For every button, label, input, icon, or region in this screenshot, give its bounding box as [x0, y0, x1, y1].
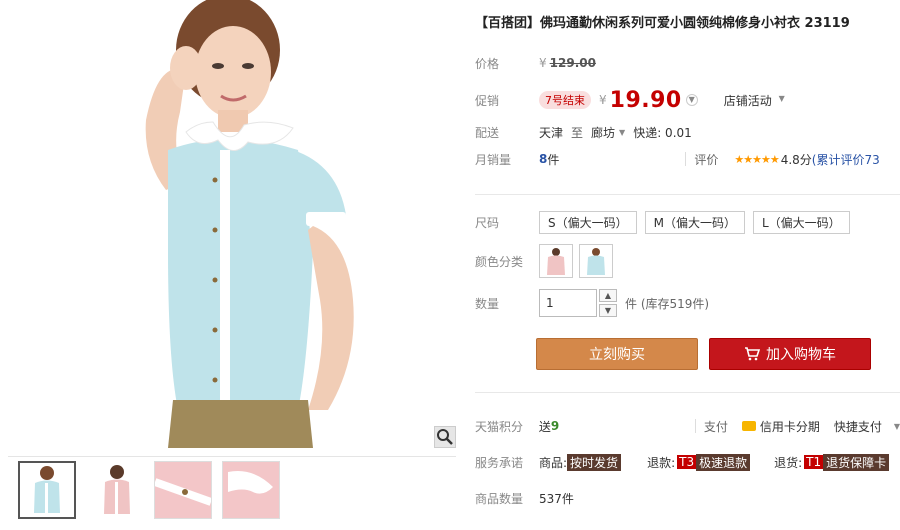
goods-label: 商品:	[539, 455, 568, 470]
shipping-fee: 快递: 0.01	[633, 125, 692, 140]
quick-pay-link[interactable]: 快捷支付	[834, 418, 882, 435]
review-count-link[interactable]: (累计评价73	[812, 151, 880, 168]
add-to-cart-label: 加入购物车	[766, 347, 836, 363]
original-price: 129.00	[549, 56, 596, 70]
rating-label: 评价	[694, 152, 719, 167]
monthly-sales-unit: 件	[547, 152, 560, 167]
refund-label: 退款:	[647, 455, 676, 470]
section-divider	[475, 194, 900, 195]
magnifier-icon	[437, 429, 453, 445]
product-title: 【百搭团】佛玛通勤休闲系列可爱小圆领纯棉修身小衬衣 23119	[475, 16, 850, 31]
currency-symbol: ¥	[599, 93, 607, 107]
delivery-destination-select[interactable]: 廊坊	[591, 124, 615, 141]
points-give: 送	[538, 419, 551, 434]
size-label: 尺码	[475, 215, 500, 230]
delivery-row: 配送 天津 至 廊坊 ▼ 快递: 0.01	[475, 121, 900, 143]
chevron-up-icon[interactable]: ▲	[599, 289, 617, 302]
color-swatch-blue[interactable]	[579, 244, 613, 278]
size-option-s[interactable]: S（偏大一码）	[539, 210, 637, 234]
thumbnail-image	[20, 463, 74, 517]
chevron-down-icon[interactable]: ▼	[776, 94, 788, 106]
quantity-input[interactable]: 1	[539, 289, 597, 317]
thumbnail-image	[155, 462, 211, 518]
monthly-sales-count: 8	[539, 152, 548, 166]
caret-down-icon[interactable]: ▼	[619, 128, 625, 137]
points-label: 天猫积分	[475, 419, 524, 434]
promo-price-row: 促销 7号结束 ¥ 19.90 ▼ 店铺活动 ▼	[475, 86, 900, 114]
points-row: 天猫积分 送 9 支付 信用卡分期 快捷支付 ▼	[475, 415, 900, 437]
price-label: 价格	[475, 56, 500, 71]
original-price-row: 价格 ¥ 129.00	[475, 52, 900, 74]
promo-end-badge: 7号结束	[539, 91, 591, 109]
chevron-down-icon[interactable]: ▼	[599, 304, 617, 317]
cart-icon	[745, 347, 760, 361]
currency-symbol: ¥	[539, 56, 547, 70]
zoom-button[interactable]	[434, 426, 456, 448]
service-row: 服务承诺 商品: 按时发货 退款: T3 极速退款 退货: T1 退货保障卡	[475, 451, 900, 473]
buy-now-label: 立刻购买	[589, 347, 645, 363]
stock-info: 件 (库存519件)	[625, 296, 710, 311]
delivery-label: 配送	[475, 125, 500, 140]
delivery-to-word: 至	[571, 125, 584, 140]
divider	[685, 152, 687, 166]
stock-row: 商品数量 537件	[475, 487, 900, 509]
divider	[694, 419, 696, 433]
monthly-sales-label: 月销量	[475, 152, 512, 167]
delivery-from: 天津	[539, 125, 564, 140]
color-swatch-pink[interactable]	[539, 244, 573, 278]
return-guarantee-tag[interactable]: 退货保障卡	[823, 453, 890, 471]
points-value: 9	[550, 419, 560, 433]
rating-score: 4.8分	[780, 152, 812, 167]
rating-stars: ★★★★★	[734, 152, 779, 166]
thumbnail-blue-shirt[interactable]	[18, 461, 76, 519]
promo-price: 19.90	[609, 87, 682, 113]
size-option-l[interactable]: L（偏大一码）	[752, 210, 850, 234]
store-activity-link[interactable]: 店铺活动	[724, 92, 772, 109]
thumbnail-strip	[8, 456, 456, 522]
add-to-cart-button[interactable]: 加入购物车	[709, 338, 871, 370]
installment-link[interactable]: 信用卡分期	[760, 418, 820, 435]
main-product-image[interactable]	[8, 0, 456, 448]
return-label: 退货:	[774, 455, 803, 470]
section-divider	[475, 392, 900, 393]
fast-refund-tag[interactable]: 极速退款	[696, 453, 751, 471]
size-row: 尺码 S（偏大一码） M（偏大一码） L（偏大一码）	[475, 210, 900, 234]
buy-now-button[interactable]: 立刻购买	[536, 338, 698, 370]
thumbnail-fabric-detail[interactable]	[154, 461, 212, 519]
quantity-stepper: ▲ ▼	[599, 289, 617, 317]
payment-label: 支付	[703, 419, 728, 434]
product-details: 【百搭团】佛玛通勤休闲系列可爱小圆领纯棉修身小衬衣 23119 价格 ¥ 129…	[475, 0, 900, 530]
product-gallery	[8, 0, 456, 530]
sales-row: 月销量 8 件 评价 ★★★★★ 4.8分 (累计评价73	[475, 148, 900, 170]
stock-label: 商品数量	[475, 491, 524, 506]
chevron-down-icon[interactable]: ▼	[894, 422, 900, 431]
quantity-row: 数量 1 ▲ ▼ 件 (库存519件)	[475, 288, 900, 318]
chevron-down-icon[interactable]: ▼	[685, 94, 698, 106]
thumbnail-image	[89, 462, 145, 518]
model-illustration	[145, 0, 354, 448]
refund-code-badge: T3	[677, 455, 697, 469]
swatch-image	[540, 245, 572, 277]
color-row: 颜色分类	[475, 244, 900, 278]
size-option-m[interactable]: M（偏大一码）	[644, 210, 745, 234]
promo-label: 促销	[475, 93, 500, 108]
on-time-delivery-tag[interactable]: 按时发货	[567, 453, 622, 471]
thumbnail-image	[223, 462, 279, 518]
thumbnail-pink-shirt[interactable]	[88, 461, 146, 519]
thumbnail-collar-detail[interactable]	[222, 461, 280, 519]
swatch-image	[580, 245, 612, 277]
service-label: 服务承诺	[475, 455, 524, 470]
color-label: 颜色分类	[475, 254, 524, 269]
return-code-badge: T1	[804, 455, 824, 469]
quantity-label: 数量	[475, 296, 500, 311]
credit-card-icon	[741, 421, 756, 431]
stock-value: 537件	[539, 491, 574, 506]
